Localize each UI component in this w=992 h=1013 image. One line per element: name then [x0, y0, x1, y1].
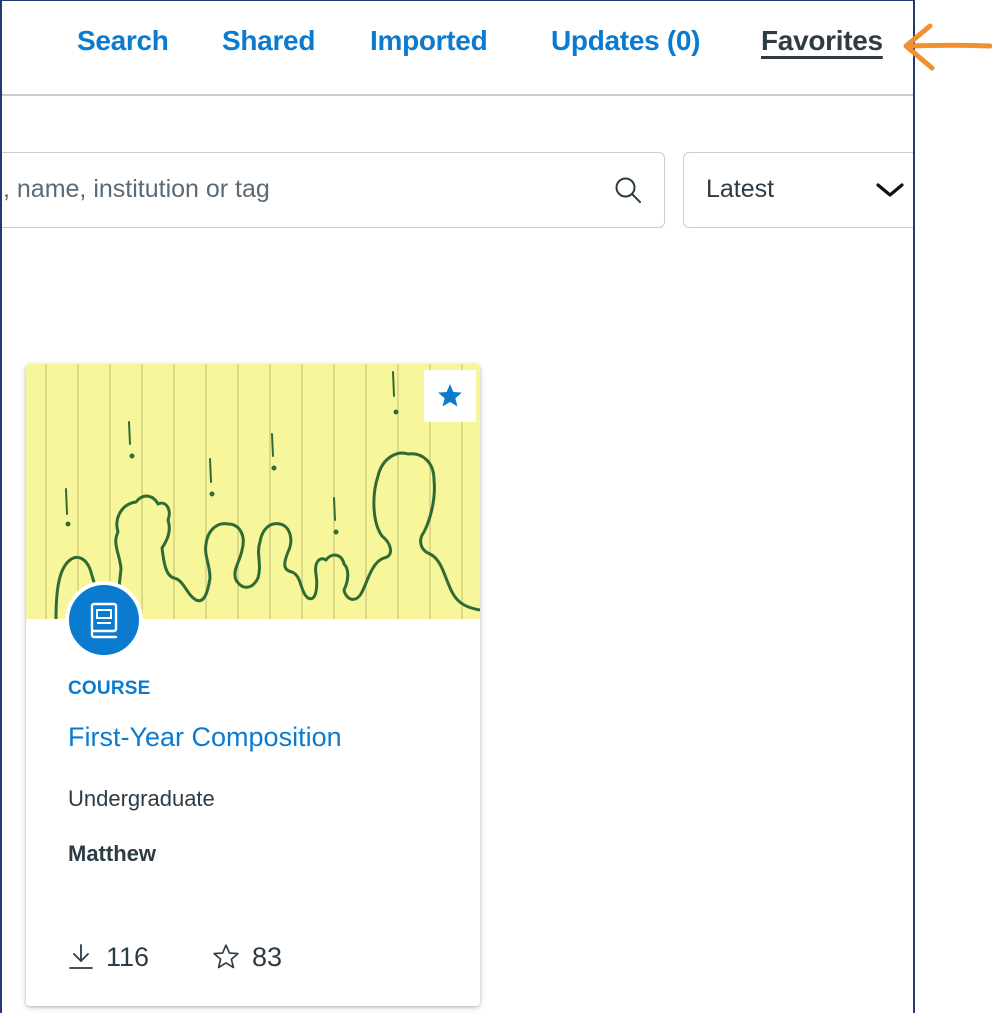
- search-box: [2, 152, 665, 228]
- resource-level: Undergraduate: [68, 786, 215, 811]
- download-icon: [69, 944, 93, 969]
- resource-title-link[interactable]: First-Year Composition: [68, 722, 342, 753]
- tabs-divider: [2, 94, 913, 96]
- favorite-count-value: 83: [252, 941, 283, 972]
- tab-shared[interactable]: Shared: [222, 25, 315, 57]
- sort-selected-value: Latest: [706, 175, 775, 203]
- favorite-count: 83: [212, 940, 282, 974]
- sort-select[interactable]: Latest: [683, 152, 913, 228]
- course-thumbnail: [26, 364, 480, 619]
- tab-bar: Search Shared Imported Updates (0) Favor…: [2, 1, 913, 93]
- search-icon[interactable]: [614, 176, 642, 204]
- main-panel: Search Shared Imported Updates (0) Favor…: [0, 0, 915, 1013]
- star-filled-icon: [438, 384, 462, 407]
- search-input[interactable]: [2, 153, 583, 226]
- resource-author: Matthew: [68, 841, 156, 866]
- chevron-down-icon: [876, 183, 904, 197]
- download-count-value: 116: [106, 941, 150, 972]
- tab-favorites[interactable]: Favorites: [761, 25, 883, 57]
- star-outline-icon: [213, 944, 239, 969]
- resource-type-label: COURSE: [68, 678, 151, 699]
- tab-imported[interactable]: Imported: [370, 25, 488, 57]
- course-type-badge: [65, 581, 143, 659]
- course-book-icon: [90, 602, 118, 639]
- tab-search[interactable]: Search: [77, 25, 169, 57]
- arrow-left-icon: [903, 23, 992, 71]
- favorite-toggle-button[interactable]: [424, 370, 476, 422]
- download-count: 116: [68, 940, 149, 974]
- thumbnail-drawing: [26, 364, 480, 619]
- resource-card[interactable]: COURSE First-Year Composition Undergradu…: [26, 364, 480, 1006]
- tab-updates[interactable]: Updates (0): [551, 25, 700, 57]
